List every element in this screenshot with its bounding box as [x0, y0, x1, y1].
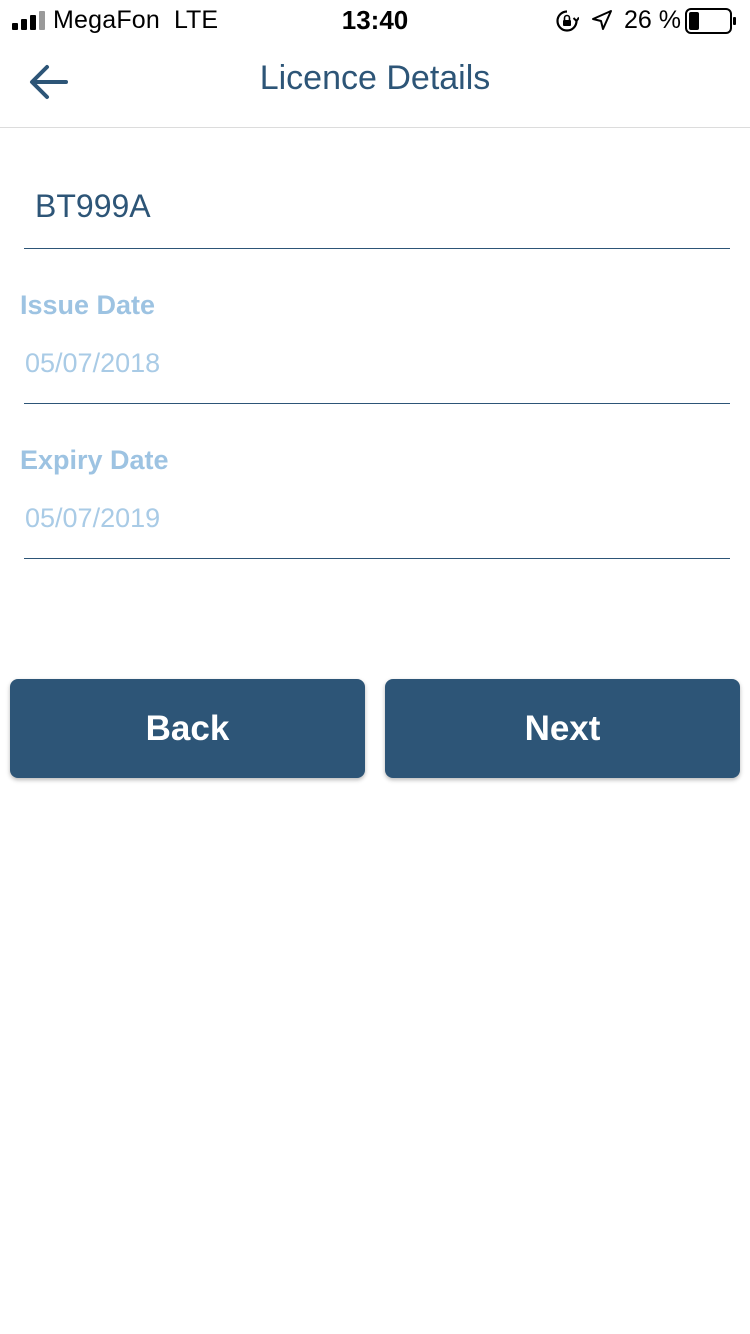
carrier-name: MegaFon — [53, 6, 161, 34]
expiry-date-value: 05/07/2019 — [25, 503, 161, 533]
licence-number-value: BT999A — [35, 188, 151, 224]
next-button[interactable]: Next — [385, 679, 740, 778]
expiry-date-label: Expiry Date — [20, 445, 169, 475]
page-title: Licence Details — [259, 59, 491, 97]
arrow-left-icon[interactable] — [26, 60, 72, 104]
back-button[interactable]: Back — [10, 679, 365, 778]
location-arrow-icon — [592, 10, 612, 30]
battery-icon — [685, 8, 736, 34]
issue-date-label: Issue Date — [20, 290, 156, 320]
battery-percent: 26 % — [624, 6, 681, 34]
licence-number-field[interactable]: BT999A — [24, 160, 730, 249]
issue-date-value: 05/07/2018 — [25, 348, 161, 378]
nav-bar: Licence Details — [0, 40, 750, 128]
rotation-lock-icon — [556, 10, 579, 32]
network-type: LTE — [174, 6, 218, 34]
expiry-date-field[interactable]: 05/07/2019 — [24, 498, 730, 559]
signal-icon — [12, 11, 45, 30]
status-bar: MegaFon LTE 13:40 26 % — [0, 0, 750, 40]
issue-date-field[interactable]: 05/07/2018 — [24, 343, 730, 404]
